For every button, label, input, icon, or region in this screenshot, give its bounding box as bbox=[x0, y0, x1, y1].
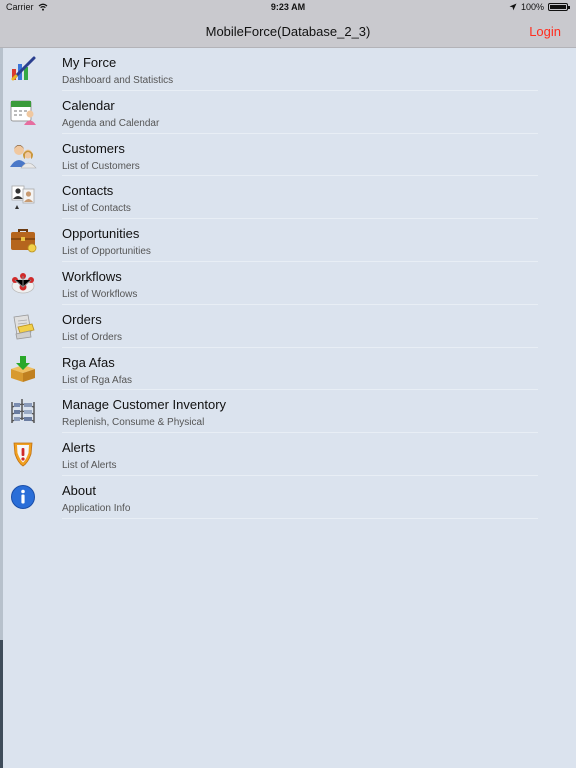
menu-item-title: Alerts bbox=[62, 440, 96, 456]
battery-percent: 100% bbox=[520, 2, 544, 12]
menu-item-title: Rga Afas bbox=[62, 354, 115, 370]
calendar-icon bbox=[9, 98, 37, 126]
menu-item-subtitle: Application Info bbox=[62, 502, 131, 514]
menu-item-rga-afas[interactable]: Rga Afas List of Rga Afas bbox=[3, 348, 576, 391]
menu-item-title: Workflows bbox=[62, 268, 122, 284]
menu-item-title: Calendar bbox=[62, 97, 115, 113]
menu-item-contacts[interactable]: Contacts List of Contacts bbox=[3, 176, 576, 219]
menu-item-workflows[interactable]: Workflows List of Workflows bbox=[3, 262, 576, 305]
menu-item-my-force[interactable]: My Force Dashboard and Statistics bbox=[3, 48, 576, 91]
status-right: 100% bbox=[509, 2, 570, 12]
menu-item-customers[interactable]: Customers List of Customers bbox=[3, 134, 576, 177]
menu-item-subtitle: List of Contacts bbox=[62, 203, 131, 215]
inventory-shelf-icon bbox=[9, 397, 37, 425]
menu-item-title: Contacts bbox=[62, 183, 114, 199]
menu-item-alerts[interactable]: Alerts List of Alerts bbox=[3, 433, 576, 476]
menu-item-title: My Force bbox=[62, 55, 117, 70]
menu-item-manage-customer-inventory[interactable]: Manage Customer Inventory Replenish, Con… bbox=[3, 390, 576, 433]
login-button[interactable]: Login bbox=[529, 24, 561, 39]
menu-item-title: About bbox=[62, 482, 96, 498]
menu-item-title: Customers bbox=[62, 140, 125, 156]
navigation-bar: MobileForce(Database_2_3) Login bbox=[0, 16, 576, 48]
workflow-icon bbox=[9, 269, 37, 297]
menu-item-subtitle: List of Alerts bbox=[62, 460, 117, 472]
menu-item-title: Manage Customer Inventory bbox=[62, 397, 227, 413]
menu-list: My Force Dashboard and Statistics Calend… bbox=[3, 48, 576, 519]
menu-item-opportunities[interactable]: Opportunities List of Opportunities bbox=[3, 219, 576, 262]
menu-item-subtitle: Agenda and Calendar bbox=[62, 117, 160, 129]
left-edge-dark bbox=[0, 640, 3, 768]
customers-icon bbox=[9, 141, 37, 169]
menu-item-orders[interactable]: Orders List of Orders bbox=[3, 305, 576, 348]
orders-icon bbox=[9, 312, 37, 340]
menu-item-subtitle: List of Workflows bbox=[62, 288, 138, 300]
menu-item-subtitle: Replenish, Consume & Physical bbox=[62, 417, 205, 429]
nav-title: MobileForce(Database_2_3) bbox=[205, 24, 371, 39]
menu-item-subtitle: Dashboard and Statistics bbox=[62, 75, 174, 86]
menu-item-title: Orders bbox=[62, 311, 102, 327]
info-icon bbox=[9, 483, 37, 511]
menu-item-subtitle: List of Customers bbox=[62, 160, 140, 172]
menu-item-subtitle: List of Orders bbox=[62, 331, 123, 343]
return-box-icon bbox=[9, 355, 37, 383]
battery-icon bbox=[548, 3, 570, 11]
alert-icon bbox=[9, 440, 37, 468]
menu-item-calendar[interactable]: Calendar Agenda and Calendar bbox=[3, 91, 576, 134]
menu-item-subtitle: List of Opportunities bbox=[62, 246, 151, 258]
menu-item-title: Opportunities bbox=[62, 226, 140, 242]
menu-item-subtitle: List of Rga Afas bbox=[62, 374, 133, 386]
dashboard-chart-icon bbox=[9, 55, 37, 83]
location-arrow-icon bbox=[509, 3, 517, 11]
menu-item-about[interactable]: About Application Info bbox=[3, 476, 576, 519]
contacts-icon bbox=[9, 183, 37, 211]
status-time: 9:23 AM bbox=[270, 2, 306, 12]
briefcase-icon bbox=[9, 226, 37, 254]
status-bar: Carrier 9:23 AM 100% bbox=[0, 0, 576, 16]
